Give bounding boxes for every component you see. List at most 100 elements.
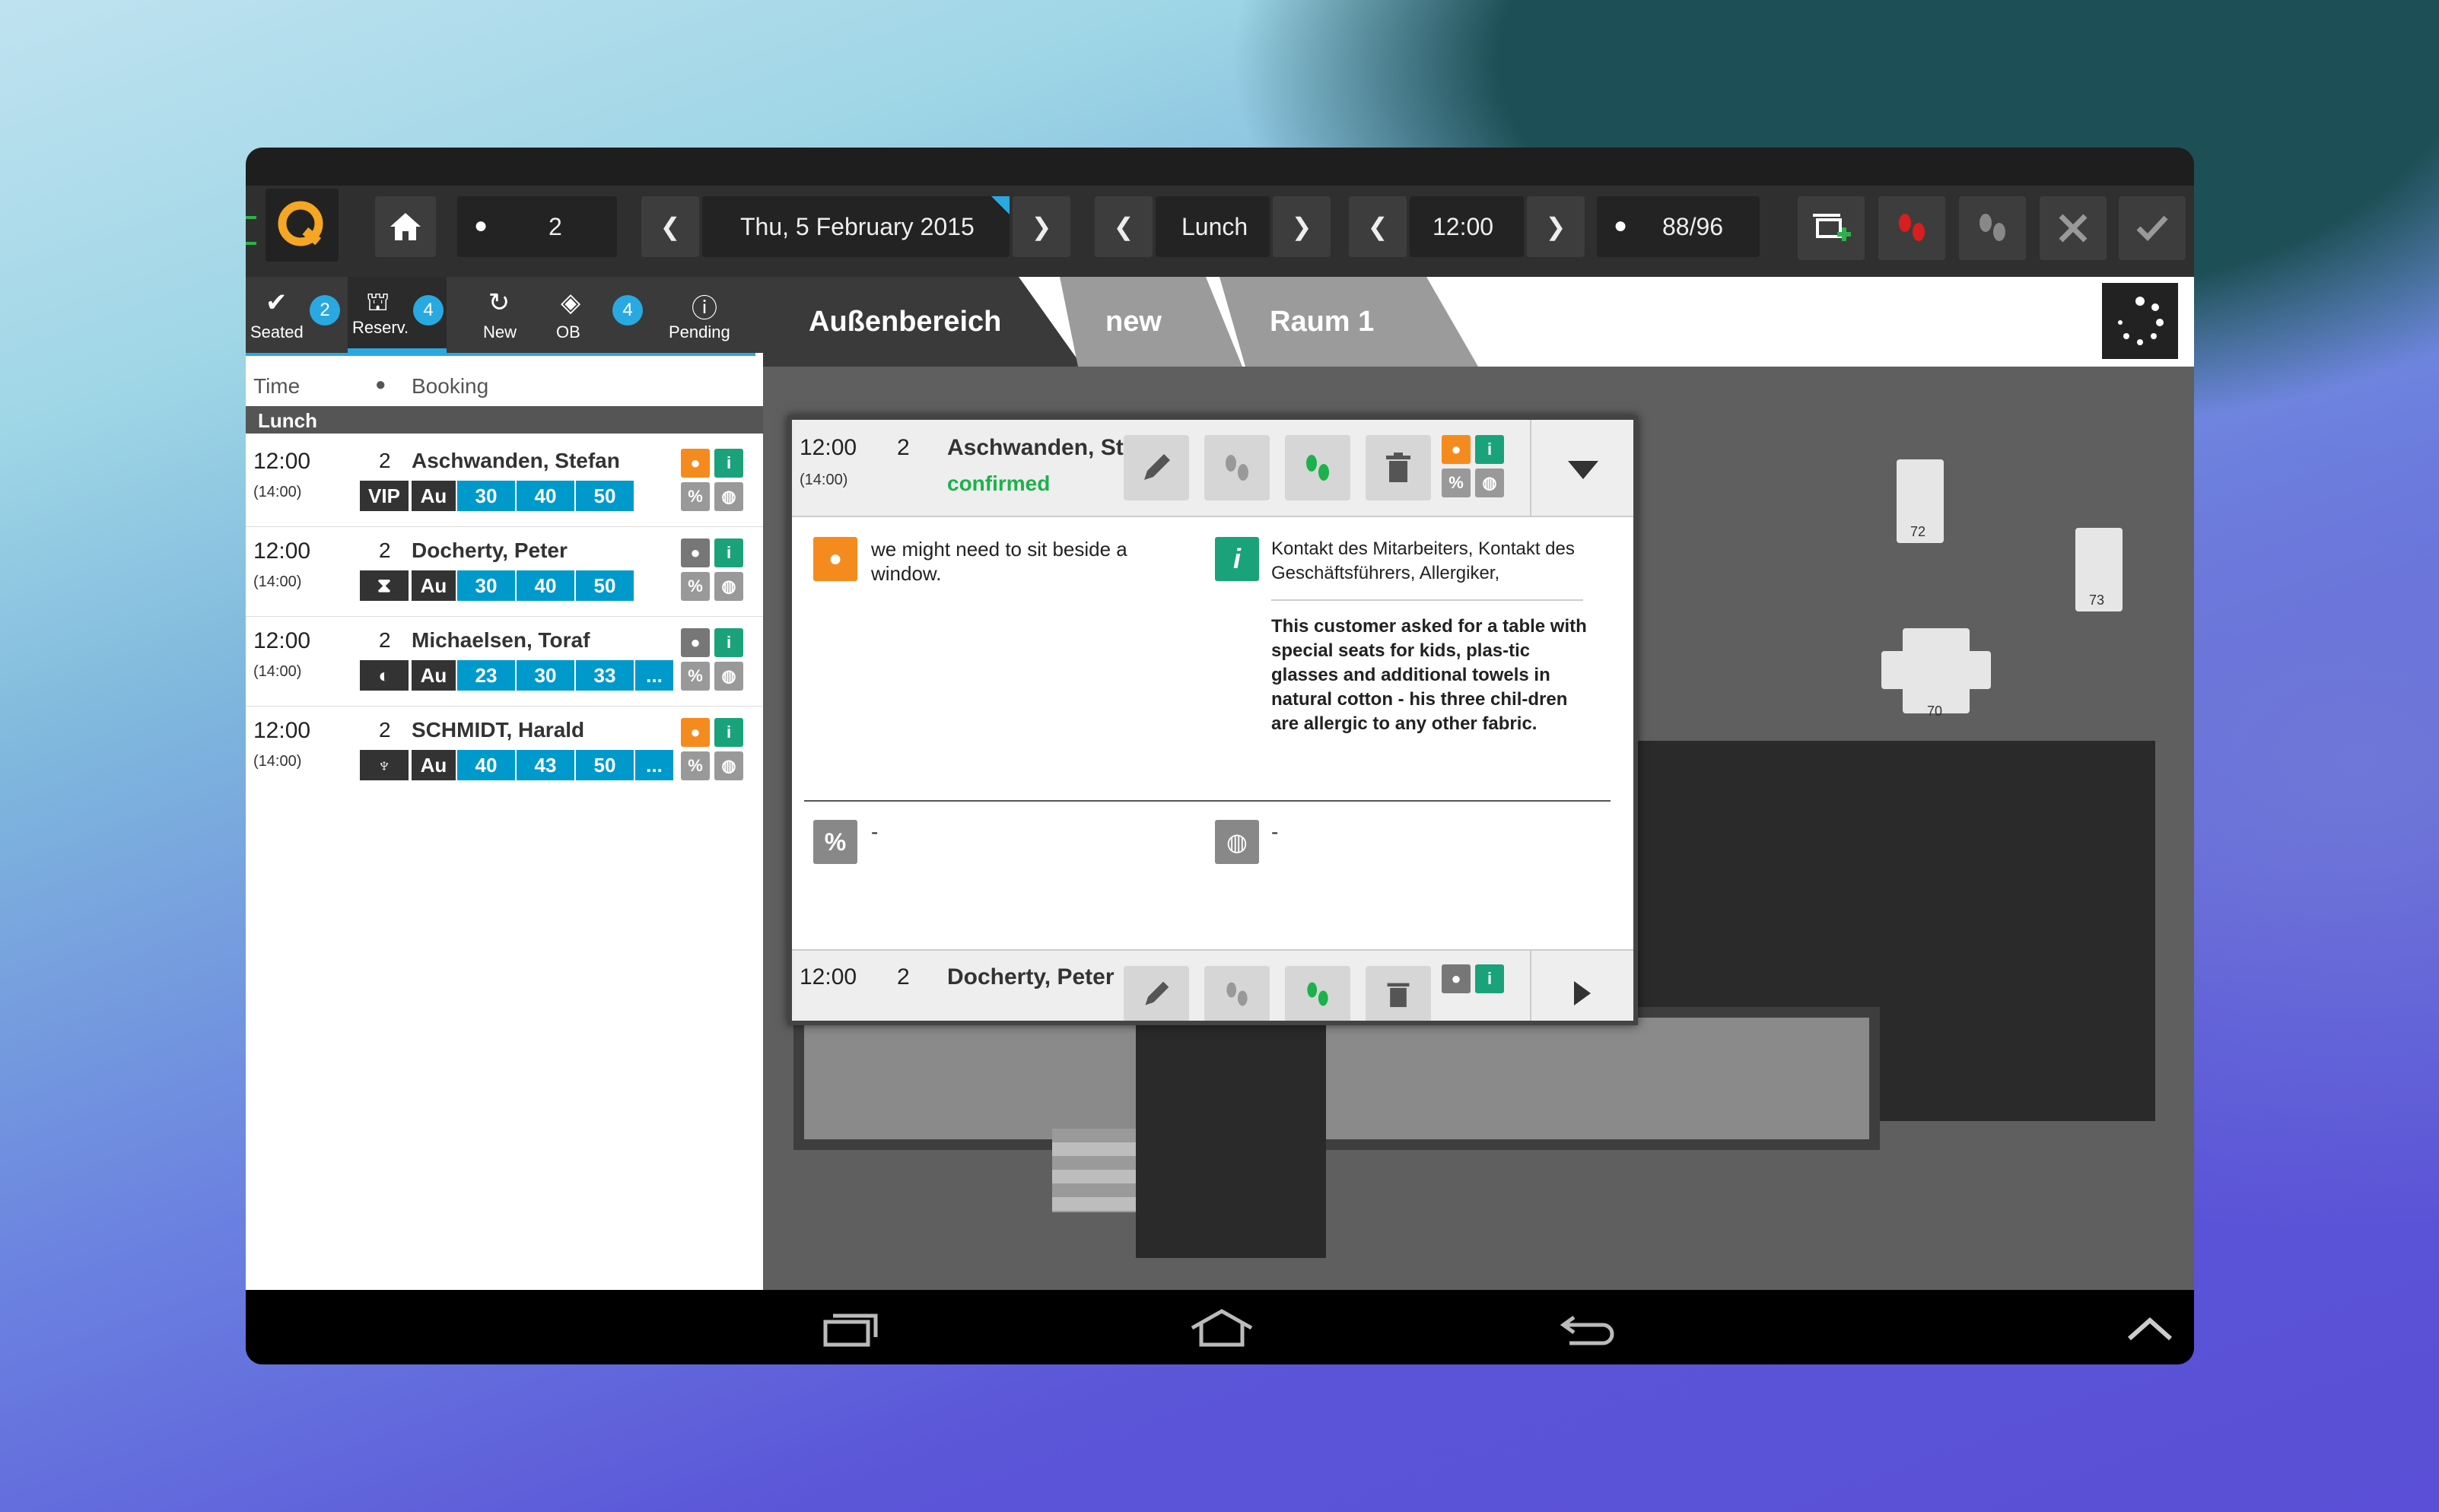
table-70[interactable]: 70 xyxy=(1881,618,1991,724)
date-prev-button[interactable]: ❮ xyxy=(641,196,699,257)
table-73[interactable]: 73 xyxy=(2075,528,2123,611)
cancel-button[interactable] xyxy=(2040,196,2107,260)
menu-handle[interactable] xyxy=(246,216,256,245)
dark-corridor xyxy=(1136,1007,1326,1258)
date-next-button[interactable]: ❯ xyxy=(1013,196,1070,257)
table-chip: 23 xyxy=(457,660,515,691)
service-label: Lunch xyxy=(1181,213,1248,240)
tab-pending[interactable]: ⓘ Pending xyxy=(653,277,755,353)
collapse-button[interactable] xyxy=(1530,420,1633,516)
expand-button[interactable] xyxy=(1530,951,1633,1021)
comment-icon[interactable]: ● xyxy=(1442,964,1471,993)
comment-icon[interactable]: ● xyxy=(681,449,710,478)
walk-in-red-button[interactable] xyxy=(1878,196,1945,260)
info-icon[interactable]: i xyxy=(1475,435,1504,464)
table-72[interactable]: 72 xyxy=(1897,459,1944,543)
back-button[interactable] xyxy=(1559,1310,1617,1348)
info-icon[interactable]: i xyxy=(714,538,743,567)
tab-ob[interactable]: ◈ 4 OB xyxy=(552,277,650,353)
row-end-time: (14:00) xyxy=(253,663,302,680)
row-guests: 2 xyxy=(379,718,391,742)
tab-reservations[interactable]: ⛫ 4 Reserv. xyxy=(348,277,447,353)
info-icon[interactable]: i xyxy=(714,718,743,747)
table-chip: 43 xyxy=(517,750,574,780)
app-logo-button[interactable] xyxy=(266,189,339,262)
recent-apps-icon xyxy=(823,1313,878,1347)
time-display[interactable]: 12:00 xyxy=(1410,196,1524,257)
next-reservation-header[interactable]: 12:00 2 Docherty, Peter ● i xyxy=(792,949,1633,1021)
tab-new[interactable]: ↻ New xyxy=(450,277,549,353)
popup-guests: 2 xyxy=(897,435,910,460)
globe-icon[interactable]: ◍ xyxy=(714,572,743,601)
discount-icon[interactable]: % xyxy=(681,662,710,691)
tab-room-aussenbereich[interactable]: Außenbereich xyxy=(763,277,1083,367)
globe-icon[interactable]: ◍ xyxy=(714,482,743,511)
discount-icon[interactable]: % xyxy=(681,482,710,511)
time-prev-button[interactable]: ❮ xyxy=(1349,196,1407,257)
globe-icon[interactable]: ◍ xyxy=(714,751,743,780)
edit-button[interactable] xyxy=(1124,435,1189,500)
recent-apps-button[interactable] xyxy=(822,1311,880,1348)
comment-icon[interactable]: ● xyxy=(1442,435,1471,464)
pencil-icon xyxy=(1145,981,1169,1005)
add-table-button[interactable] xyxy=(1798,196,1865,260)
discount-text: - xyxy=(871,820,879,843)
guest-count-field[interactable]: ● 2 xyxy=(457,196,617,257)
service-display[interactable]: Lunch xyxy=(1156,196,1270,257)
time-next-button[interactable]: ❯ xyxy=(1527,196,1585,257)
area-chip: Au xyxy=(412,481,456,511)
table-number: 73 xyxy=(2089,592,2105,608)
discount-icon[interactable]: % xyxy=(681,751,710,780)
tablet-frame: ● 2 ❮ Thu, 5 February 2015 ❯ ❮ Lunch ❯ ❮… xyxy=(246,148,2194,1364)
column-header-booking: Booking xyxy=(412,374,489,398)
tab-room-new[interactable]: new xyxy=(1060,277,1242,367)
comment-icon[interactable]: ● xyxy=(681,538,710,567)
discount-icon[interactable]: % xyxy=(1442,469,1471,497)
confirm-button[interactable] xyxy=(2119,196,2186,260)
delete-button[interactable] xyxy=(1366,966,1431,1021)
seat-guest-green-button[interactable] xyxy=(1285,435,1350,500)
loading-button[interactable] xyxy=(2102,283,2178,359)
time-label: 12:00 xyxy=(1433,213,1494,240)
home-nav-button[interactable] xyxy=(1188,1308,1256,1348)
close-icon xyxy=(2059,214,2088,243)
home-button[interactable] xyxy=(375,196,436,257)
discount-icon[interactable]: % xyxy=(681,572,710,601)
info-divider xyxy=(1271,599,1583,601)
info-icon[interactable]: i xyxy=(714,449,743,478)
comment-icon[interactable]: ● xyxy=(681,718,710,747)
triangle-right-icon xyxy=(1574,981,1591,1005)
next-time: 12:00 xyxy=(800,964,857,989)
date-display[interactable]: Thu, 5 February 2015 xyxy=(702,196,1010,257)
seat-guest-grey-button[interactable] xyxy=(1204,435,1270,500)
edit-button[interactable] xyxy=(1124,966,1189,1021)
delete-button[interactable] xyxy=(1366,435,1431,500)
chevron-right-icon: ❯ xyxy=(1545,213,1566,240)
room-label: Raum 1 xyxy=(1270,305,1375,338)
capacity-display: ● 88/96 xyxy=(1597,196,1760,257)
service-prev-button[interactable]: ❮ xyxy=(1095,196,1153,257)
person-icon: ● xyxy=(375,374,386,395)
seat-guest-grey-button[interactable] xyxy=(1204,966,1270,1021)
tab-seated[interactable]: ✔ 2 Seated xyxy=(246,277,345,353)
capacity-label: 88/96 xyxy=(1662,213,1724,240)
check-icon xyxy=(2136,215,2168,242)
info-icon[interactable]: i xyxy=(1475,964,1504,993)
spinner-icon xyxy=(2118,297,2164,345)
info-icon[interactable]: i xyxy=(714,628,743,657)
walk-in-grey-button[interactable] xyxy=(1959,196,2026,260)
tab-room-raum1[interactable]: Raum 1 xyxy=(1220,277,1478,367)
vip-tag: VIP xyxy=(360,481,409,511)
footsteps-icon xyxy=(1226,982,1248,1006)
stairs xyxy=(1052,1129,1136,1212)
layers-icon: ◈ xyxy=(561,288,581,317)
seat-guest-green-button[interactable] xyxy=(1285,966,1350,1021)
comment-icon[interactable]: ● xyxy=(681,628,710,657)
globe-icon[interactable]: ◍ xyxy=(714,662,743,691)
globe-icon[interactable]: ◍ xyxy=(1475,469,1504,497)
popup-header: 12:00 (14:00) 2 Aschwanden, St... confir… xyxy=(792,420,1633,517)
expand-up-button[interactable] xyxy=(2125,1313,2175,1343)
tab-label: OB xyxy=(556,322,580,341)
service-next-button[interactable]: ❯ xyxy=(1273,196,1331,257)
reservations-count-badge: 4 xyxy=(413,295,444,326)
